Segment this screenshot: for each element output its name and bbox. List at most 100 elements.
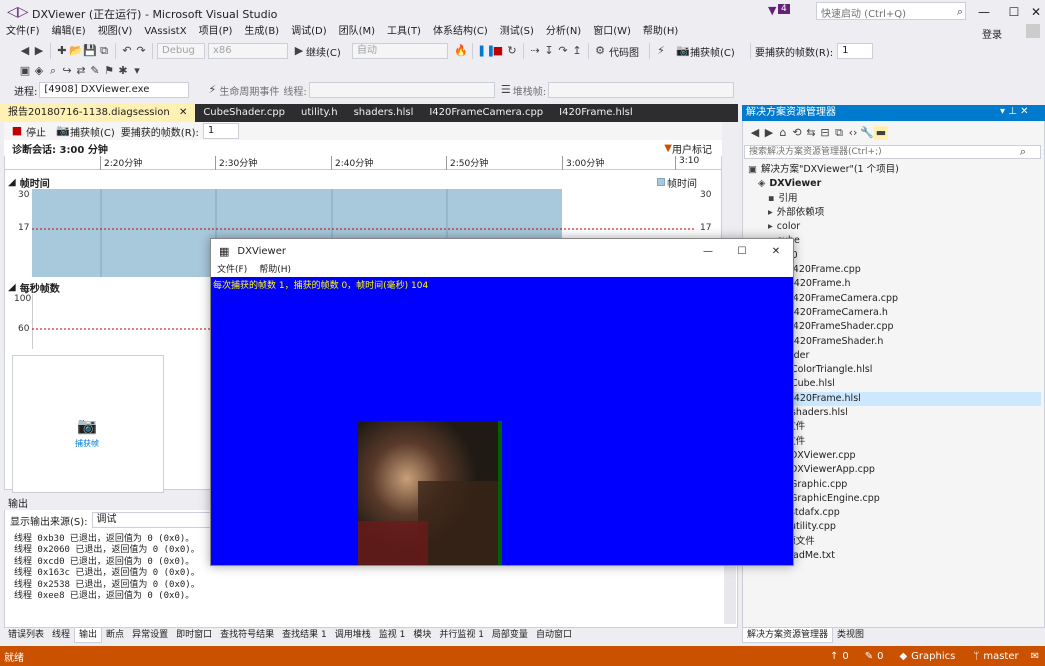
account-icon[interactable] xyxy=(1026,24,1040,38)
continue-button[interactable]: 继续(C) xyxy=(306,44,352,59)
stop-collection-icon[interactable]: ■ xyxy=(10,124,24,138)
collapse-icon[interactable]: ◢ xyxy=(8,177,16,188)
bottom-tab[interactable]: 调用堆栈 xyxy=(331,628,375,642)
back-icon[interactable]: ◀ xyxy=(748,126,762,140)
document-tab[interactable]: utility.h xyxy=(293,104,346,122)
notification-flag-icon[interactable]: ▼ xyxy=(768,4,776,17)
platform-combo[interactable]: x86 xyxy=(208,43,288,59)
undo-icon[interactable]: ↶ xyxy=(120,44,134,58)
vax-refactor-icon[interactable]: ✎ xyxy=(88,64,102,78)
menu-item[interactable]: 测试(S) xyxy=(494,24,540,40)
show-next-statement-icon[interactable]: ⇢ xyxy=(528,44,542,58)
dxviewer-menu-item[interactable]: 文件(F) xyxy=(211,262,253,278)
search-icon[interactable]: ⌕ xyxy=(953,5,967,19)
bottom-tab[interactable]: 断点 xyxy=(102,628,128,642)
menu-item[interactable]: 生成(B) xyxy=(238,24,285,40)
forward-icon[interactable]: ▶ xyxy=(762,126,776,140)
output-text[interactable]: 线程 0xb30 已退出，返回值为 0 (0x0)。 线程 0x2060 已退出，… xyxy=(14,534,200,602)
document-tab[interactable]: 报告20180716-1138.diagsession ✕ xyxy=(0,104,196,122)
menu-item[interactable]: VAssistX xyxy=(138,24,192,40)
properties-icon[interactable]: 🔧 xyxy=(860,126,874,140)
tree-item[interactable]: ▪ 引用 xyxy=(744,192,1041,206)
bottom-tab[interactable]: 模块 xyxy=(409,628,435,642)
menu-item[interactable]: 体系结构(C) xyxy=(427,24,494,40)
repo-icon[interactable]: ◆ xyxy=(899,651,907,662)
menu-item[interactable]: 窗口(W) xyxy=(587,24,637,40)
solution-search-input[interactable]: 搜索解决方案资源管理器(Ctrl+;) xyxy=(744,145,1041,159)
menu-item[interactable]: 调试(D) xyxy=(285,24,333,40)
bottom-tab[interactable]: 自动窗口 xyxy=(532,628,576,642)
bottom-tab[interactable]: 监视 1 xyxy=(375,628,410,642)
save-icon[interactable]: 💾 xyxy=(83,44,97,58)
back-icon[interactable]: ◀ xyxy=(18,44,32,58)
bottom-tab[interactable]: 即时窗口 xyxy=(172,628,216,642)
graphics-diag-icon[interactable]: ⚡ xyxy=(654,44,668,58)
bottom-tab[interactable]: 查找符号结果 xyxy=(216,628,278,642)
dx-close-button[interactable]: ✕ xyxy=(759,246,793,257)
step-out-icon[interactable]: ↥ xyxy=(570,44,584,58)
sign-in-link[interactable]: 登录 xyxy=(982,26,1002,41)
collapse-all-icon[interactable]: ⊟ xyxy=(818,126,832,140)
output-source-combo[interactable]: 调试 xyxy=(91,512,222,528)
vax-goto-icon[interactable]: ↪ xyxy=(60,64,74,78)
notification-bell-icon[interactable]: ✉ xyxy=(1031,651,1039,662)
vax-open-file-icon[interactable]: ▣ xyxy=(18,64,32,78)
stack-frame-combo[interactable] xyxy=(548,82,735,98)
lifecycle-events-icon[interactable]: ⚡ xyxy=(205,83,219,97)
tree-item[interactable]: ▣ 解决方案"DXViewer"(1 个项目) xyxy=(744,163,1041,177)
frames-to-capture-combo[interactable]: 1 xyxy=(837,43,874,59)
redo-icon[interactable]: ↷ xyxy=(134,44,148,58)
dxviewer-title-bar[interactable]: ▦ DXViewer — ☐ ✕ xyxy=(211,239,793,263)
minimize-button[interactable]: — xyxy=(969,0,999,24)
home-icon[interactable]: ⌂ xyxy=(776,126,790,140)
config-combo[interactable]: Debug xyxy=(157,43,205,59)
capture-frame-button[interactable]: 捕获帧(C) xyxy=(690,44,746,59)
continue-icon[interactable]: ▶ xyxy=(292,44,306,58)
thread-combo[interactable] xyxy=(308,82,495,98)
menu-item[interactable]: 编辑(E) xyxy=(46,24,92,40)
bottom-tab[interactable]: 查找结果 1 xyxy=(278,628,331,642)
code-icon[interactable]: ‹› xyxy=(846,126,860,140)
dx-minimize-button[interactable]: — xyxy=(691,246,725,257)
vax-bookmark-icon[interactable]: ⚑ xyxy=(102,64,116,78)
code-map-icon[interactable]: ⚙ xyxy=(593,44,607,58)
vax-options-icon[interactable]: ▾ xyxy=(130,64,144,78)
publish-icon[interactable]: ↑ xyxy=(830,651,838,662)
bottom-tab[interactable]: 线程 xyxy=(48,628,74,642)
menu-item[interactable]: 团队(M) xyxy=(333,24,381,40)
render-canvas[interactable]: 每次捕获的帧数 1，捕获的帧数 0，帧时间(毫秒) 104 xyxy=(211,277,793,565)
preview-icon[interactable]: ▬ xyxy=(874,126,888,140)
tree-item[interactable]: ▸ color xyxy=(744,220,1041,234)
bottom-tab[interactable]: 并行监视 1 xyxy=(435,628,488,642)
unpushed-count[interactable]: 0 xyxy=(842,651,848,662)
dx-maximize-button[interactable]: ☐ xyxy=(725,246,759,257)
document-tab[interactable]: CubeShader.cpp xyxy=(195,104,293,122)
auto-combo[interactable]: 自动 xyxy=(352,43,448,59)
document-tab[interactable]: I420FrameCamera.cpp xyxy=(421,104,551,122)
close-button[interactable]: ✕ xyxy=(1021,0,1045,24)
open-icon[interactable]: 📂 xyxy=(69,44,83,58)
restart-icon[interactable]: ↻ xyxy=(505,44,519,58)
timeline-ruler[interactable]: 2:20分钟 2:30分钟 2:40分钟 2:50分钟 3:00分钟 3:10 xyxy=(4,156,722,170)
vax-symbol-icon[interactable]: ◈ xyxy=(32,64,46,78)
vax-highlight-icon[interactable]: ✱ xyxy=(116,64,130,78)
dxviewer-menu-item[interactable]: 帮助(H) xyxy=(253,262,297,278)
tab-close-icon[interactable]: ✕ xyxy=(176,107,187,118)
camera-icon[interactable]: 📷 xyxy=(676,44,690,58)
copy-icon[interactable]: ⧉ xyxy=(832,126,846,140)
forward-icon[interactable]: ▶ xyxy=(32,44,46,58)
quick-launch-input[interactable]: 快速启动 (Ctrl+Q) xyxy=(816,2,966,20)
menu-item[interactable]: 工具(T) xyxy=(381,24,427,40)
pin-icon[interactable]: ▾ ⊥ ✕ xyxy=(1000,106,1028,117)
pending-changes-count[interactable]: 0 xyxy=(877,651,883,662)
new-project-icon[interactable]: ✚ xyxy=(55,44,69,58)
tree-item[interactable]: ◈ DXViewer xyxy=(744,177,1041,191)
history-icon[interactable]: ⟲ xyxy=(790,126,804,140)
stop-collection-button[interactable]: 停止 xyxy=(26,124,46,139)
menu-item[interactable]: 帮助(H) xyxy=(637,24,684,40)
capture-frame-link[interactable]: 捕获帧 xyxy=(75,438,99,449)
bottom-tab[interactable]: 错误列表 xyxy=(4,628,48,642)
capture-frame-card[interactable]: 📷 捕获帧 xyxy=(12,355,164,493)
step-over-icon[interactable]: ↷ xyxy=(556,44,570,58)
collapse-icon[interactable]: ◢ xyxy=(8,282,16,293)
